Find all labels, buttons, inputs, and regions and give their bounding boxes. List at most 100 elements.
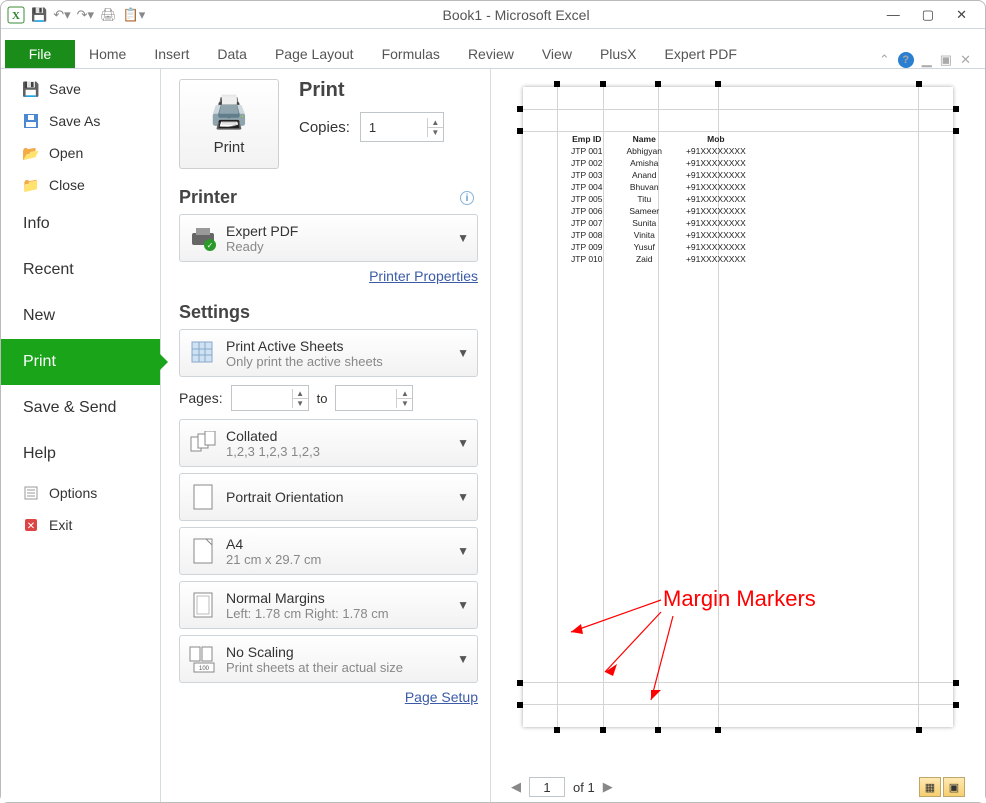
settings-heading: Settings [179, 302, 478, 323]
close-button[interactable]: ✕ [956, 7, 967, 23]
sidebar-exit[interactable]: ✕ Exit [1, 509, 160, 541]
margin-marker[interactable] [554, 727, 560, 733]
sidebar-save-send[interactable]: Save & Send [1, 385, 160, 431]
sidebar-print[interactable]: Print [1, 339, 160, 385]
chevron-down-icon: ▼ [457, 598, 469, 612]
tab-formulas[interactable]: Formulas [368, 40, 454, 68]
sidebar-help[interactable]: Help [1, 431, 160, 477]
margin-marker[interactable] [715, 727, 721, 733]
scaling-label: No Scaling [226, 644, 403, 660]
tab-view[interactable]: View [528, 40, 586, 68]
sidebar-save[interactable]: 💾 Save [1, 73, 160, 105]
page-number-input[interactable]: 1 [529, 777, 565, 797]
margins-sub: Left: 1.78 cm Right: 1.78 cm [226, 606, 389, 621]
margin-marker[interactable] [953, 106, 959, 112]
pages-to-input[interactable]: ▲▼ [335, 385, 413, 411]
sidebar-new[interactable]: New [1, 293, 160, 339]
print-icon[interactable]: 🖨 [100, 7, 117, 23]
spin-down-icon[interactable]: ▼ [292, 399, 308, 408]
prev-page-button[interactable]: ◀ [511, 779, 521, 795]
print-area-sub: Only print the active sheets [226, 354, 383, 369]
collated-icon [188, 428, 218, 458]
margin-marker[interactable] [916, 727, 922, 733]
sidebar-open[interactable]: 📂 Open [1, 137, 160, 169]
svg-text:100: 100 [199, 666, 210, 672]
margin-marker[interactable] [953, 702, 959, 708]
tab-data[interactable]: Data [203, 40, 261, 68]
zoom-to-page-button[interactable]: ▣ [943, 777, 965, 797]
spin-up-icon[interactable]: ▲ [292, 389, 308, 399]
save-icon[interactable]: 💾 [31, 7, 47, 23]
preview-table: Emp IDNameMobJTP 001Abhigyan+91XXXXXXXXJ… [558, 132, 759, 266]
svg-text:✕: ✕ [27, 521, 35, 532]
sidebar-close[interactable]: 📁 Close [1, 169, 160, 201]
sidebar-options[interactable]: Options [1, 477, 160, 509]
sidebar-recent[interactable]: Recent [1, 247, 160, 293]
show-margins-button[interactable]: ▦ [919, 777, 941, 797]
printer-dropdown[interactable]: ✓ Expert PDF Ready ▼ [179, 214, 478, 262]
tab-page-layout[interactable]: Page Layout [261, 40, 368, 68]
window-close-icon[interactable]: ✕ [960, 52, 971, 68]
margin-marker[interactable] [916, 81, 922, 87]
redo-icon[interactable]: ↷▾ [77, 7, 94, 23]
sidebar-label: Save & Send [23, 399, 116, 417]
spin-up-icon[interactable]: ▲ [427, 118, 443, 128]
tab-file[interactable]: File [5, 40, 75, 68]
margin-marker[interactable] [655, 81, 661, 87]
window-minimize-icon[interactable]: ▁ [922, 52, 932, 68]
tab-insert[interactable]: Insert [140, 40, 203, 68]
tab-home[interactable]: Home [75, 40, 140, 68]
tab-expert-pdf[interactable]: Expert PDF [651, 40, 751, 68]
print-area-label: Print Active Sheets [226, 338, 383, 354]
margin-marker[interactable] [517, 702, 523, 708]
print-preview: Emp IDNameMobJTP 001Abhigyan+91XXXXXXXXJ… [491, 69, 985, 802]
chevron-down-icon: ▼ [457, 436, 469, 450]
next-page-button[interactable]: ▶ [603, 779, 613, 795]
sidebar-save-as[interactable]: Save As [1, 105, 160, 137]
page-setup-link[interactable]: Page Setup [179, 689, 478, 705]
collation-dropdown[interactable]: Collated 1,2,3 1,2,3 1,2,3 ▼ [179, 419, 478, 467]
scaling-dropdown[interactable]: 100 No Scaling Print sheets at their act… [179, 635, 478, 683]
help-icon[interactable]: ? [898, 52, 914, 68]
copies-input[interactable]: 1 ▲▼ [360, 112, 444, 142]
paper-size-dropdown[interactable]: A4 21 cm x 29.7 cm ▼ [179, 527, 478, 575]
margins-dropdown[interactable]: Normal Margins Left: 1.78 cm Right: 1.78… [179, 581, 478, 629]
backstage-sidebar: 💾 Save Save As 📂 Open 📁 Close Info Recen… [1, 69, 161, 802]
ribbon-minimize-icon[interactable]: ⌃ [879, 52, 890, 68]
tab-review[interactable]: Review [454, 40, 528, 68]
margin-marker[interactable] [655, 727, 661, 733]
printer-properties-link[interactable]: Printer Properties [179, 268, 478, 284]
margin-marker[interactable] [517, 128, 523, 134]
spin-down-icon[interactable]: ▼ [396, 399, 412, 408]
sidebar-label: Print [23, 353, 56, 371]
margin-marker[interactable] [953, 680, 959, 686]
margin-marker[interactable] [953, 128, 959, 134]
orientation-dropdown[interactable]: Portrait Orientation ▼ [179, 473, 478, 521]
margin-marker[interactable] [600, 727, 606, 733]
paste-icon[interactable]: 📋▾ [123, 7, 146, 23]
preview-footer: ◀ 1 of 1 ▶ ▦ ▣ [491, 772, 985, 802]
scaling-sub: Print sheets at their actual size [226, 660, 403, 675]
spin-up-icon[interactable]: ▲ [396, 389, 412, 399]
print-area-dropdown[interactable]: Print Active Sheets Only print the activ… [179, 329, 478, 377]
margin-marker[interactable] [600, 81, 606, 87]
sidebar-label: Open [49, 145, 83, 161]
margin-marker[interactable] [517, 106, 523, 112]
save-as-icon [23, 113, 39, 129]
chevron-down-icon: ▼ [457, 544, 469, 558]
maximize-button[interactable]: ▢ [922, 7, 934, 23]
pages-from-input[interactable]: ▲▼ [231, 385, 309, 411]
margin-marker[interactable] [554, 81, 560, 87]
minimize-button[interactable]: — [887, 7, 900, 23]
margin-marker[interactable] [715, 81, 721, 87]
margin-marker[interactable] [517, 680, 523, 686]
print-button[interactable]: 🖨️ Print [179, 79, 279, 169]
tab-plusx[interactable]: PlusX [586, 40, 651, 68]
info-icon[interactable]: i [460, 191, 474, 205]
spin-down-icon[interactable]: ▼ [427, 128, 443, 137]
window-restore-icon[interactable]: ▣ [940, 52, 952, 68]
sidebar-info[interactable]: Info [1, 201, 160, 247]
print-button-label: Print [214, 139, 245, 156]
printer-status: Ready [226, 239, 298, 254]
undo-icon[interactable]: ↶▾ [53, 7, 70, 23]
